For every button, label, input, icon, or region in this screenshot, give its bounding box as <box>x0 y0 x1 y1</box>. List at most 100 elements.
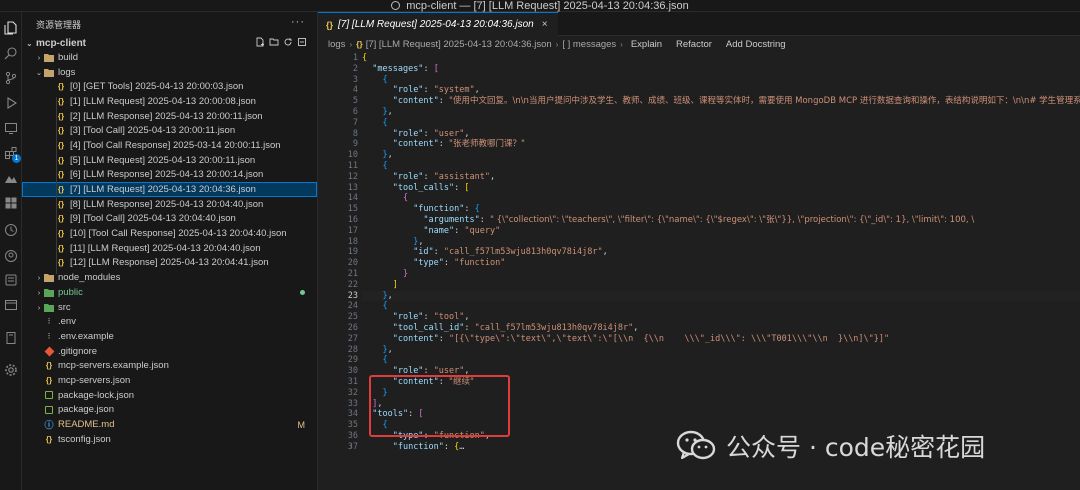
tree-file[interactable]: {} [10] [Tool Call Response] 2025-04-13 2… <box>22 226 317 241</box>
tree-item-label: mcp-servers.example.json <box>58 360 169 372</box>
line-number: 31 <box>347 377 358 387</box>
line-number: 20 <box>347 258 358 269</box>
remote-explorer-icon[interactable] <box>3 120 19 136</box>
tree-file[interactable]: ⁝ .env <box>22 314 317 329</box>
new-folder-icon[interactable] <box>269 37 279 47</box>
code-token: , <box>602 247 608 258</box>
code-token: : <box>479 215 490 225</box>
collapse-all-icon[interactable] <box>297 37 307 47</box>
database-icon[interactable] <box>3 170 19 186</box>
line-number: 18 <box>347 236 358 247</box>
source-control-icon[interactable] <box>3 70 19 86</box>
tree-file[interactable]: {} tsconfig.json <box>22 432 317 447</box>
code-line: "content": "[{\"type\":\"text\",\"text\"… <box>362 334 889 345</box>
tree-file[interactable]: ⓘ README.md M <box>22 417 317 432</box>
tree-file[interactable]: ⁝ .env.example <box>22 329 317 344</box>
tree-file[interactable]: {} [6] [LLM Response] 2025-04-13 20:00:14… <box>22 168 317 183</box>
run-debug-icon[interactable] <box>3 95 19 111</box>
tree-file[interactable]: {} [2] [LLM Response] 2025-04-13 20:00:11… <box>22 109 317 124</box>
chevron-right-icon[interactable]: › <box>350 442 352 453</box>
line-number: 4 <box>352 85 358 96</box>
refresh-icon[interactable] <box>283 37 293 47</box>
tab-active-json[interactable]: {} [7] [LLM Request] 2025-04-13 20:04:36… <box>318 12 558 36</box>
tree-file[interactable]: {} [9] [Tool Call] 2025-04-13 20:04:40.js… <box>22 212 317 227</box>
extensions-icon[interactable]: 1 <box>3 145 21 163</box>
code-token: [ <box>464 182 470 193</box>
terminal-icon[interactable] <box>3 297 19 313</box>
tree-file[interactable]: {} [0] [GET Tools] 2025-04-13 20:00:03.js… <box>22 79 317 94</box>
tree-folder[interactable]: › build <box>22 50 317 65</box>
tree-file[interactable]: {} [11] [LLM Request] 2025-04-13 20:04:40… <box>22 241 317 256</box>
code-token: "role" <box>392 85 424 96</box>
tree-file[interactable]: package-lock.json <box>22 388 317 403</box>
code-token: { <box>382 161 388 171</box>
tree-folder[interactable]: › src <box>22 300 317 315</box>
workspace-root[interactable]: ⌄ mcp-client <box>22 36 317 50</box>
grid-icon[interactable] <box>3 195 19 211</box>
tree-file[interactable]: .gitignore <box>22 344 317 359</box>
line-number: 29 <box>347 355 358 366</box>
book-icon[interactable] <box>3 330 19 346</box>
tree-item-label: tsconfig.json <box>58 433 111 445</box>
tree-file[interactable]: {} [3] [Tool Call] 2025-04-13 20:00:11.js… <box>22 123 317 138</box>
tree-file[interactable]: {} [1] [LLM Request] 2025-04-13 20:00:08.… <box>22 94 317 109</box>
tree-file[interactable]: package.json <box>22 403 317 418</box>
docker-icon[interactable] <box>3 272 19 288</box>
tree-file[interactable]: {} [7] [LLM Request] 2025-04-13 20:04:36.… <box>22 182 317 197</box>
tree-file[interactable]: {} [8] [LLM Response] 2025-04-13 20:04:40… <box>22 197 317 212</box>
tree-file[interactable]: {} mcp-servers.json <box>22 373 317 388</box>
json-file-icon: {} <box>57 243 65 253</box>
more-actions-icon[interactable]: ··· <box>291 16 305 28</box>
close-icon[interactable]: × <box>542 19 548 30</box>
npm-file-icon <box>44 405 54 415</box>
add-docstring-action[interactable]: Add Docstring <box>726 39 786 50</box>
tree-file[interactable]: {} [4] [Tool Call Response] 2025-03-14 20… <box>22 138 317 153</box>
code-line: "type": "function" <box>362 258 505 269</box>
tree-item-label: .env.example <box>58 330 114 342</box>
code-token: "使用中文回复。\n\n当用户提问中涉及学生、教师、成绩、班级、课程等实体时，需… <box>449 96 1080 107</box>
breadcrumb-symbol[interactable]: [ ] messages <box>562 39 616 50</box>
explain-action[interactable]: Explain <box>631 39 662 50</box>
json-file-icon: {} <box>45 361 53 371</box>
tree-item-label: src <box>58 301 71 313</box>
line-number: 22 <box>347 279 358 290</box>
tree-file[interactable]: {} [12] [LLM Response] 2025-04-13 20:04:4… <box>22 256 317 271</box>
tree-item-label: public <box>58 286 83 298</box>
tree-folder[interactable]: › public <box>22 285 317 300</box>
tree-item-label: [10] [Tool Call Response] 2025-04-13 20:… <box>70 228 287 240</box>
search-icon[interactable] <box>3 45 19 61</box>
accounts-icon[interactable] <box>3 248 19 264</box>
code-line: { <box>362 53 367 64</box>
file-tree: › build ⌄ logs {} [0] [GET Tools] 2025-04-13 … <box>22 50 317 447</box>
code-token: : <box>433 247 444 258</box>
line-number: 11 <box>347 161 358 171</box>
code-line: }, <box>362 290 1080 302</box>
tree-file[interactable]: {} [5] [LLM Request] 2025-04-13 20:00:11.… <box>22 153 317 168</box>
settings-icon[interactable] <box>3 362 19 378</box>
code-token: { <box>382 355 388 366</box>
code-line: }, <box>362 345 392 356</box>
code-token: , <box>633 323 639 333</box>
code-token: "role" <box>392 312 424 323</box>
line-number: 32 <box>347 387 358 398</box>
watermark-text: 公众号 · code秘密花园 <box>726 433 986 462</box>
tree-file[interactable]: {} mcp-servers.example.json <box>22 358 317 373</box>
timeline-icon[interactable] <box>3 222 19 238</box>
refactor-action[interactable]: Refactor <box>676 39 712 50</box>
code-token: { <box>382 74 388 85</box>
breadcrumb-folder[interactable]: logs <box>328 39 345 50</box>
tree-folder[interactable]: › node_modules <box>22 270 317 285</box>
code-token: "function" <box>454 258 506 269</box>
new-file-icon[interactable] <box>255 37 265 47</box>
tree-folder[interactable]: ⌄ logs <box>22 65 317 80</box>
window-title-area[interactable]: mcp-client — [7] [LLM Request] 2025-04-1… <box>0 0 1080 12</box>
tree-item-label: logs <box>58 66 76 78</box>
explorer-icon[interactable] <box>3 20 19 36</box>
breadcrumb-file[interactable]: [7] [LLM Request] 2025-04-13 20:04:36.js… <box>366 39 552 50</box>
